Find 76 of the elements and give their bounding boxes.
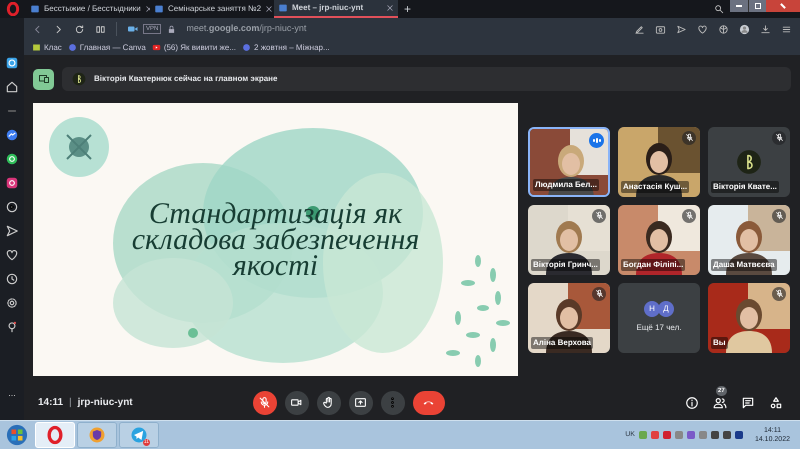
mic-button[interactable] (252, 390, 277, 414)
separator-text: | (69, 396, 72, 410)
meeting-code: jrp-niuc-ynt (78, 396, 133, 410)
taskbar-app-button[interactable] (77, 422, 117, 448)
close-icon[interactable] (265, 5, 274, 13)
present-toggle-button[interactable] (33, 68, 54, 90)
shield-browser-icon (87, 425, 107, 445)
browser-tab[interactable]: Meet – jrp-niuc-ynt (274, 0, 398, 18)
edit-icon[interactable] (634, 24, 645, 34)
circle-icon (242, 43, 252, 52)
present-icon (354, 396, 368, 409)
meeting-time: 14:11 (38, 396, 64, 410)
whatsapp-icon[interactable] (5, 152, 19, 166)
close-icon[interactable] (386, 4, 394, 12)
bookmark[interactable]: Главная — Canva (68, 42, 146, 54)
participant-name: Вы (711, 336, 728, 348)
maximize-button[interactable] (748, 0, 766, 12)
messenger-icon[interactable] (5, 128, 19, 142)
chat-icon[interactable] (741, 396, 755, 410)
participant-name: Богдан Філіпі... (621, 258, 686, 270)
send-icon[interactable] (5, 224, 19, 238)
page-icon (278, 3, 288, 13)
participant-name: Вікторія Гринч... (531, 258, 600, 270)
avatar-icon (72, 72, 86, 86)
download-icon[interactable] (760, 24, 771, 34)
info-icon[interactable] (685, 396, 699, 410)
image-icon (32, 43, 41, 52)
people-icon[interactable] (713, 396, 727, 410)
present-button[interactable] (348, 390, 373, 414)
participant-name: Анастасія Куш... (621, 180, 690, 192)
search-icon[interactable] (714, 4, 724, 14)
play-icon[interactable] (5, 200, 19, 214)
mic-off-icon (258, 396, 272, 409)
clock-icon[interactable] (5, 272, 19, 286)
send-icon[interactable] (676, 24, 687, 34)
heart-icon[interactable] (5, 248, 19, 262)
participant-name: Вікторія Квате... (711, 180, 779, 192)
hand-button[interactable] (316, 390, 341, 414)
camera-button[interactable] (284, 390, 309, 414)
slide-title: Стандартизація як складова забезпечення якості (130, 200, 420, 278)
url-field[interactable]: meet.google.com/jrp-niuc-ynt (186, 22, 306, 36)
start-button[interactable] (6, 424, 28, 446)
instagram-icon[interactable] (5, 176, 19, 190)
settings-icon[interactable] (5, 296, 19, 310)
initial-avatar: Д (658, 301, 674, 317)
cube-icon[interactable] (718, 24, 729, 34)
reload-icon[interactable] (74, 24, 85, 34)
new-tab-button[interactable]: + (404, 0, 412, 18)
circle-icon (68, 43, 77, 52)
screenshot-icon[interactable] (655, 24, 666, 34)
more-button[interactable]: ... (8, 386, 16, 400)
avatar-icon[interactable] (739, 24, 750, 34)
bookmark[interactable]: Клас (32, 42, 62, 54)
telegram-icon (129, 425, 149, 445)
presenter-notice: Вікторія Кватернюк сейчас на главном экране (94, 73, 278, 85)
screen-share-icon (38, 73, 50, 85)
avatar-icon (736, 148, 762, 174)
initial-avatar: Н (644, 301, 660, 317)
home-icon[interactable] (5, 80, 19, 94)
speed-dial-icon[interactable] (5, 56, 19, 70)
bookmark[interactable]: (56) Як вивити же... (152, 42, 236, 54)
participant-name: Людмила Бел... (533, 178, 599, 190)
tabs-grid-icon[interactable] (95, 24, 106, 34)
opera-icon (45, 425, 65, 445)
page-icon (30, 4, 40, 14)
activities-icon[interactable] (769, 396, 783, 410)
close-button[interactable] (766, 0, 800, 12)
heart-icon[interactable] (697, 24, 708, 34)
others-count[interactable]: Ещё 17 чел. (636, 322, 682, 334)
opera-logo-icon[interactable] (6, 2, 20, 16)
hangup-button[interactable] (412, 390, 445, 414)
play-icon (152, 43, 161, 52)
page-icon (154, 4, 164, 14)
bookmark[interactable]: 2 жовтня – Міжнар... (242, 42, 330, 54)
minimize-button[interactable] (730, 0, 748, 12)
lock-icon (167, 24, 176, 34)
